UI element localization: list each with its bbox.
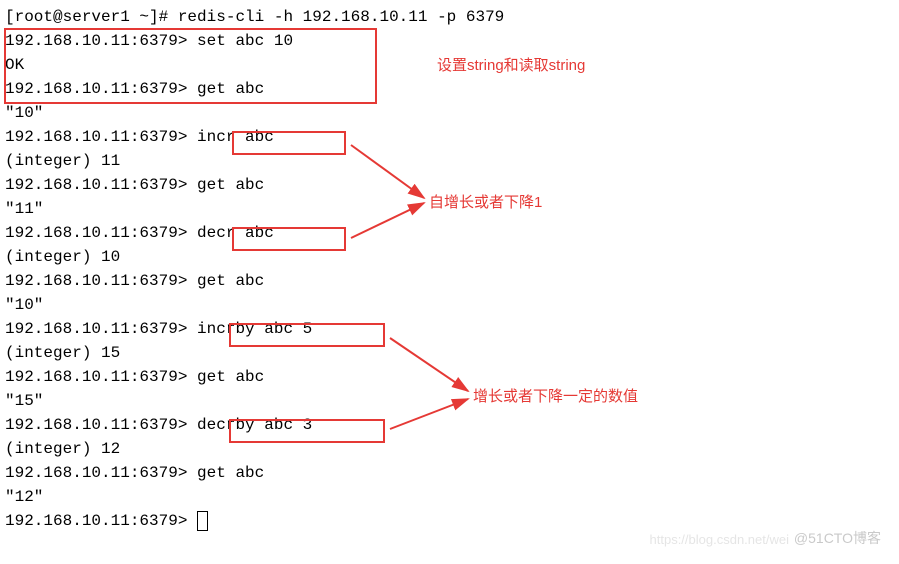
- prompt: 192.168.10.11:6379>: [5, 224, 197, 242]
- cursor-icon: [197, 511, 208, 531]
- highlight-box-incr: [232, 131, 346, 155]
- terminal-line: 192.168.10.11:6379> get abc: [5, 365, 894, 389]
- watermark-text: https://blog.csdn.net/wei: [650, 530, 789, 550]
- prompt: 192.168.10.11:6379>: [5, 416, 197, 434]
- terminal-line: "10": [5, 293, 894, 317]
- highlight-box-incrby: [229, 323, 385, 347]
- annotation-by: 增长或者下降一定的数值: [473, 386, 638, 409]
- terminal-line: 192.168.10.11:6379> incr abc: [5, 125, 894, 149]
- prompt: 192.168.10.11:6379>: [5, 128, 197, 146]
- prompt: 192.168.10.11:6379>: [5, 512, 197, 530]
- annotation-setget: 设置string和读取string: [437, 55, 585, 78]
- watermark-text: @51CTO博客: [794, 528, 881, 549]
- annotation-incrdecr: 自增长或者下降1: [429, 192, 542, 215]
- terminal-line: "15": [5, 389, 894, 413]
- prompt: 192.168.10.11:6379>: [5, 320, 197, 338]
- terminal-line: 192.168.10.11:6379> decr abc: [5, 221, 894, 245]
- terminal-line: (integer) 12: [5, 437, 894, 461]
- highlight-box-decr: [232, 227, 346, 251]
- terminal-line: 192.168.10.11:6379> incrby abc 5: [5, 317, 894, 341]
- terminal-line: (integer) 10: [5, 245, 894, 269]
- terminal-line: "10": [5, 101, 894, 125]
- terminal-line: (integer) 11: [5, 149, 894, 173]
- terminal-line: 192.168.10.11:6379> get abc: [5, 269, 894, 293]
- terminal-line: 192.168.10.11:6379> get abc: [5, 461, 894, 485]
- terminal-line: 192.168.10.11:6379> decrby abc 3: [5, 413, 894, 437]
- terminal-line: [root@server1 ~]# redis-cli -h 192.168.1…: [5, 5, 894, 29]
- terminal-line: "12": [5, 485, 894, 509]
- terminal-line: (integer) 15: [5, 341, 894, 365]
- highlight-box-setget: [4, 28, 377, 104]
- highlight-box-decrby: [229, 419, 385, 443]
